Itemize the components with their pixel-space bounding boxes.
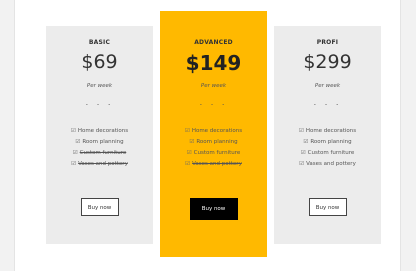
plan-price: $69 (81, 51, 118, 73)
plan-name: BASIC (88, 39, 111, 46)
separator-dots: . . . (199, 98, 228, 107)
plan-price: $299 (303, 51, 352, 73)
checkbox-icon: ☑ (186, 150, 192, 156)
checkbox-icon: ☑ (185, 161, 191, 167)
plan-name: ADVANCED (194, 39, 233, 46)
feature-item: ☑ Home decorations (184, 128, 243, 134)
checkbox-icon: ☑ (299, 161, 305, 167)
checkbox-icon: ☑ (75, 139, 81, 145)
plan-period: Per week (200, 83, 227, 89)
feature-item: ☑ Custom furniture (186, 150, 241, 156)
feature-item: ☑ Room planning (75, 139, 124, 145)
buy-now-button[interactable]: Buy now (308, 198, 347, 216)
checkbox-icon: ☑ (303, 139, 309, 145)
checkbox-icon: ☑ (71, 161, 77, 167)
separator-dots: . . . (313, 98, 342, 107)
checkbox-icon: ☑ (298, 128, 304, 134)
feature-item: ☑ Custom furniture (300, 150, 355, 156)
feature-item: ☑ Vases and pottery (299, 161, 356, 167)
plan-period: Per week (86, 83, 113, 89)
feature-list: ☑ Home decorations ☑ Room planning ☑ Custom… (46, 126, 153, 170)
checkbox-icon: ☑ (70, 128, 76, 134)
plan-name: PROFI (316, 39, 339, 46)
feature-item: ☑ Room planning (303, 139, 352, 145)
checkbox-icon: ☑ (189, 139, 195, 145)
feature-list: ☑ Home decorations ☑ Room planning ☑ Custom… (274, 126, 381, 170)
plan-period: Per week (314, 83, 341, 89)
checkbox-icon: ☑ (72, 150, 78, 156)
feature-item: ☑ Room planning (189, 139, 238, 145)
buy-now-button[interactable]: Buy now (189, 198, 238, 220)
feature-item: ☑ Home decorations (298, 128, 357, 134)
pricing-card-profi: PROFI $299 Per week . . . ☑ Home decorati… (274, 26, 381, 244)
feature-item: ☑ Custom furniture (72, 150, 127, 156)
checkbox-icon: ☑ (300, 150, 306, 156)
checkbox-icon: ☑ (184, 128, 190, 134)
pricing-card-advanced: ADVANCED $149 Per week . . . ☑ Home decor… (160, 11, 267, 257)
buy-now-button[interactable]: Buy now (80, 198, 119, 216)
feature-item: ☑ Vases and pottery (71, 161, 128, 167)
feature-list: ☑ Home decorations ☑ Room planning ☑ Custom… (160, 126, 267, 170)
feature-item: ☑ Vases and pottery (185, 161, 242, 167)
pricing-card-basic: BASIC $69 Per week . . . ☑ Home decoratio… (46, 26, 153, 244)
plan-price: $149 (185, 51, 242, 75)
feature-item: ☑ Home decorations (70, 128, 129, 134)
separator-dots: . . . (85, 98, 114, 107)
